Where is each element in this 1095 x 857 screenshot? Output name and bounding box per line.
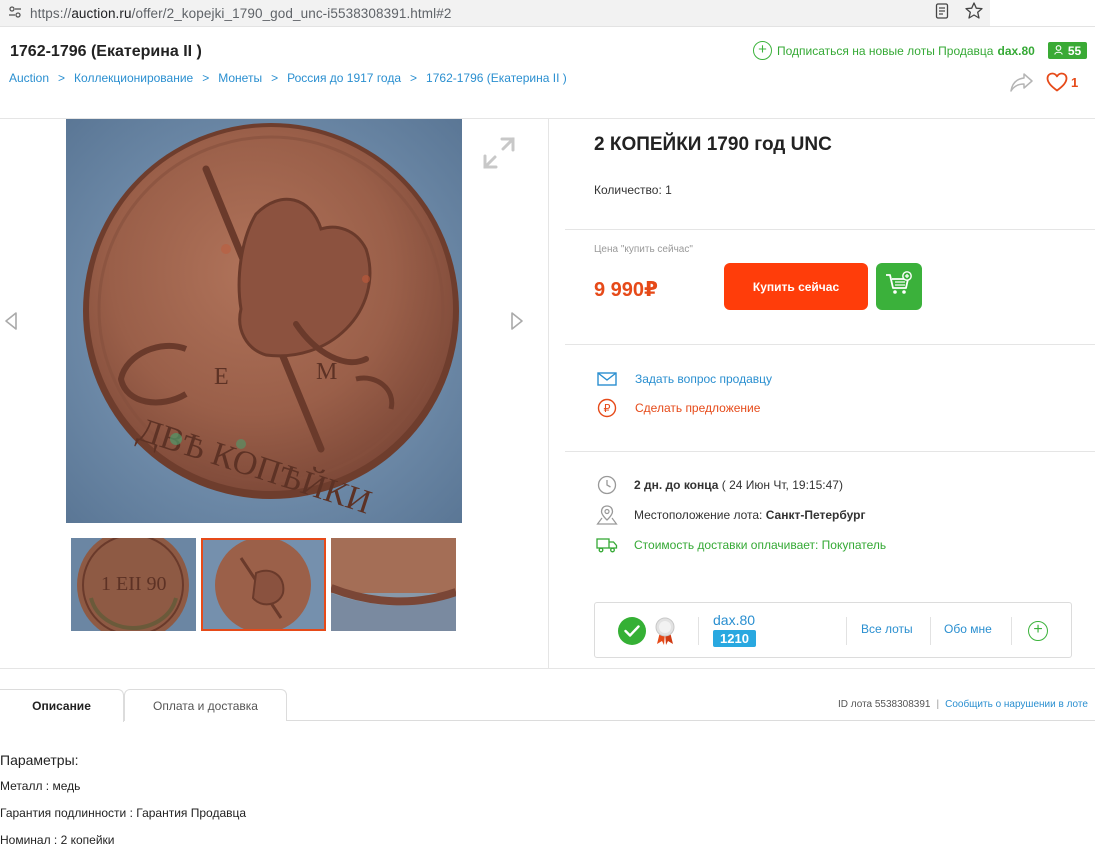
seller-separator: [698, 617, 699, 645]
share-icon[interactable]: [1010, 72, 1034, 92]
about-seller-link[interactable]: Обо мне: [944, 622, 992, 636]
ask-seller-link[interactable]: Задать вопрос продавцу: [596, 369, 772, 389]
gallery-prev-arrow-icon[interactable]: [3, 311, 19, 331]
breadcrumb-russia-pre-1917[interactable]: Россия до 1917 года: [287, 71, 401, 85]
price-divider: [565, 344, 1095, 345]
ruble-circle-icon: ₽: [596, 398, 618, 418]
all-lots-link[interactable]: Все лоты: [861, 622, 913, 636]
seller-name[interactable]: dax.80: [713, 612, 755, 628]
verified-check-icon: [618, 617, 646, 645]
qty-divider: [565, 229, 1095, 230]
location-row: Местоположение лота: Санкт-Петербург: [596, 504, 865, 526]
plus-circle-icon: +: [753, 41, 772, 60]
end-date: ( 24 Июн Чт, 19:15:47): [721, 478, 843, 492]
truck-icon: [596, 534, 618, 556]
breadcrumb-separator: >: [271, 71, 279, 85]
svg-text:₽: ₽: [604, 402, 611, 415]
lot-id: ID лота 5538308391: [838, 699, 931, 710]
breadcrumb-catherine-ii[interactable]: 1762-1796 (Екатерина II ): [426, 71, 567, 85]
breadcrumb-separator: >: [410, 71, 418, 85]
toolbar-divider: [0, 26, 1095, 27]
medal-icon: [653, 616, 677, 646]
thumbnail-obverse[interactable]: 1 ЕII 90: [71, 538, 196, 631]
main-coin-photo[interactable]: Е М ДВѢ КОПѢЙКИ: [66, 119, 462, 523]
reader-mode-icon[interactable]: [926, 2, 958, 24]
bookmark-star-icon[interactable]: [958, 2, 990, 24]
svg-text:1 ЕII 90: 1 ЕII 90: [101, 573, 167, 595]
report-violation-link[interactable]: Сообщить о нарушении в лоте: [945, 699, 1088, 710]
breadcrumb-collecting[interactable]: Коллекционирование: [74, 71, 193, 85]
subscribe-plus-icon[interactable]: +: [1028, 621, 1048, 641]
param-metal: Металл : медь: [0, 779, 81, 793]
breadcrumb-separator: >: [202, 71, 210, 85]
lot-id-separator: |: [936, 699, 940, 710]
rating-value: 55: [1067, 43, 1082, 58]
favorite-heart-icon[interactable]: [1046, 72, 1068, 92]
location-label: Местоположение лота:: [634, 508, 763, 522]
lot-quantity: Количество: 1: [594, 183, 672, 197]
seller-separator: [1011, 617, 1012, 645]
favorites-count: 1: [1071, 75, 1079, 90]
param-denomination: Номинал : 2 копейки: [0, 833, 115, 847]
column-divider: [548, 119, 549, 668]
seller-rating-badge[interactable]: 55: [1048, 42, 1087, 59]
lot-title: 2 КОПЕЙКИ 1790 год UNC: [594, 134, 832, 155]
price-label: Цена "купить сейчас": [594, 244, 693, 255]
thumbnail-reverse-selected[interactable]: [201, 538, 326, 631]
make-offer-label: Сделать предложение: [635, 401, 761, 415]
svg-text:М: М: [316, 359, 337, 385]
add-to-cart-button[interactable]: [876, 263, 922, 310]
url-host: auction.ru: [71, 5, 132, 21]
browser-url-bar[interactable]: https://auction.ru/offer/2_kopejki_1790_…: [0, 0, 990, 26]
tab-description[interactable]: Описание: [0, 689, 124, 722]
subscribe-seller-link[interactable]: + Подписаться на новые лоты Продавца dax…: [753, 41, 1035, 60]
lot-id-row: ID лота 5538308391 | Сообщить о нарушении …: [838, 699, 1088, 710]
url-path: /offer/2_kopejki_1790_god_unc-i553830839…: [131, 5, 452, 21]
seller-box: dax.80 1210 Все лоты Обо мне +: [594, 602, 1072, 658]
actions-divider: [565, 451, 1095, 452]
cart-plus-icon: [885, 271, 913, 302]
shipping-row: Стоимость доставки оплачивает: Покупател…: [596, 534, 886, 556]
time-left: 2 дн. до конца: [634, 478, 719, 492]
breadcrumb-auction[interactable]: Auction: [9, 71, 49, 85]
make-offer-link[interactable]: ₽ Сделать предложение: [596, 398, 760, 418]
lot-price: 9 990₽: [594, 279, 658, 301]
buy-now-button[interactable]: Купить сейчас: [724, 263, 868, 310]
thumbnail-edge[interactable]: [331, 538, 456, 631]
gallery-next-arrow-icon[interactable]: [509, 311, 525, 331]
url-text[interactable]: https://auction.ru/offer/2_kopejki_1790_…: [30, 6, 926, 21]
seller-separator: [930, 617, 931, 645]
user-icon: [1054, 44, 1063, 57]
fullscreen-expand-icon[interactable]: [482, 136, 516, 170]
site-settings-icon[interactable]: [0, 5, 30, 21]
location-pin-icon: [596, 504, 618, 526]
subscribe-seller-name: dax.80: [997, 43, 1035, 58]
param-authenticity: Гарантия подлинности : Гарантия Продавца: [0, 806, 247, 820]
seller-separator: [846, 617, 847, 645]
url-scheme: https://: [30, 5, 72, 21]
breadcrumb: Auction > Коллекционирование > Монеты > …: [9, 71, 567, 85]
envelope-icon: [596, 369, 618, 389]
page-title: 1762-1796 (Екатерина II ): [10, 43, 202, 60]
seller-feedback-count[interactable]: 1210: [713, 630, 756, 647]
tab-payment-delivery[interactable]: Оплата и доставка: [124, 689, 287, 721]
params-title: Параметры:: [0, 752, 79, 768]
shipping-text: Стоимость доставки оплачивает: Покупател…: [634, 538, 887, 552]
location-value: Санкт-Петербург: [765, 508, 866, 522]
clock-icon: [596, 474, 618, 496]
breadcrumb-coins[interactable]: Монеты: [218, 71, 262, 85]
ask-seller-label: Задать вопрос продавцу: [635, 372, 773, 386]
subscribe-text: Подписаться на новые лоты Продавца: [777, 43, 994, 58]
content-divider: [0, 668, 1095, 669]
breadcrumb-separator: >: [58, 71, 66, 85]
svg-text:Е: Е: [214, 364, 229, 390]
time-left-row: 2 дн. до конца ( 24 Июн Чт, 19:15:47): [596, 474, 843, 496]
